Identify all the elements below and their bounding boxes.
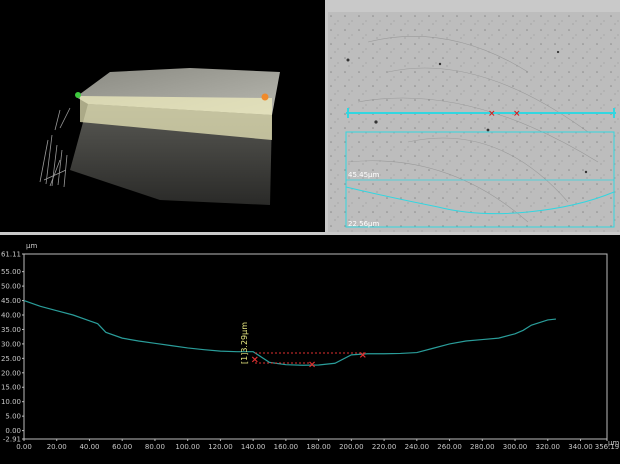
x-tick-label: 180.00	[306, 443, 331, 451]
x-tick-label: 280.00	[470, 443, 495, 451]
x-tick-label: 40.00	[79, 443, 99, 451]
y-tick-label: 40.00	[1, 312, 21, 320]
profile-marker-2[interactable]: ×	[308, 360, 316, 371]
x-tick-label: 100.00	[175, 443, 200, 451]
y-tick-label: 0.00	[5, 427, 21, 435]
y-tick-label: 35.00	[1, 326, 21, 334]
micrograph-view[interactable]: × × 45.45μm 22.56μm	[328, 12, 620, 232]
x-tick-label: 140.00	[241, 443, 266, 451]
cursor-marker-2: ×	[513, 109, 521, 119]
x-tick-label: 200.00	[339, 443, 364, 451]
y-tick-label: 10.00	[1, 398, 21, 406]
micrograph-bottom-label: 22.56μm	[348, 220, 379, 228]
profile-chart[interactable]: μm μm 61.11 55.00 50.00 45.00 40.00 35.00 30.0…	[0, 235, 620, 464]
start-point-marker	[75, 92, 81, 98]
y-tick-label: 30.00	[1, 340, 21, 348]
profile-marker-1[interactable]: ×	[251, 355, 259, 366]
profile-marker-3[interactable]: ×	[359, 350, 367, 361]
y-tick-label: 20.00	[1, 369, 21, 377]
y-tick-label: 61.11	[1, 251, 21, 259]
depth-annotation: [1]3.29μm	[240, 322, 249, 364]
y-tick-label: 5.00	[5, 413, 21, 421]
y-axis-ticks: 61.11 55.00 50.00 45.00 40.00 35.00 30.00 25.00…	[1, 251, 24, 444]
x-tick-label: 60.00	[112, 443, 132, 451]
x-tick-label: 80.00	[145, 443, 165, 451]
x-tick-label: 220.00	[372, 443, 397, 451]
x-axis-ticks: 0.00 20.00 40.00 60.00 80.00 100.00 120.00 140.…	[16, 439, 619, 451]
x-tick-label: 300.00	[503, 443, 528, 451]
x-tick-label: 120.00	[208, 443, 233, 451]
3d-surface-view[interactable]	[0, 0, 325, 232]
roughness-spikes	[39, 107, 71, 188]
y-tick-label: 25.00	[1, 355, 21, 363]
x-tick-label: 240.00	[405, 443, 430, 451]
micrograph-image	[328, 12, 620, 232]
profile-series	[23, 299, 557, 366]
y-tick-label: 50.00	[1, 283, 21, 291]
y-tick-label: 15.00	[1, 384, 21, 392]
x-tick-label: 356.19	[595, 443, 620, 451]
x-tick-label: 320.00	[536, 443, 561, 451]
y-tick-label: 45.00	[1, 297, 21, 305]
micrograph-width-label: 45.45μm	[348, 171, 379, 179]
x-tick-label: 340.00	[568, 443, 593, 451]
y-axis-unit: μm	[26, 242, 37, 250]
x-tick-label: 0.00	[16, 443, 32, 451]
plot-frame	[23, 253, 608, 440]
cursor-marker-1: ×	[488, 109, 496, 119]
x-tick-label: 20.00	[47, 443, 67, 451]
x-tick-label: 160.00	[274, 443, 299, 451]
x-tick-label: 260.00	[437, 443, 462, 451]
y-tick-label: 55.00	[1, 268, 21, 276]
end-point-marker	[261, 93, 269, 101]
profile-line	[23, 299, 557, 366]
